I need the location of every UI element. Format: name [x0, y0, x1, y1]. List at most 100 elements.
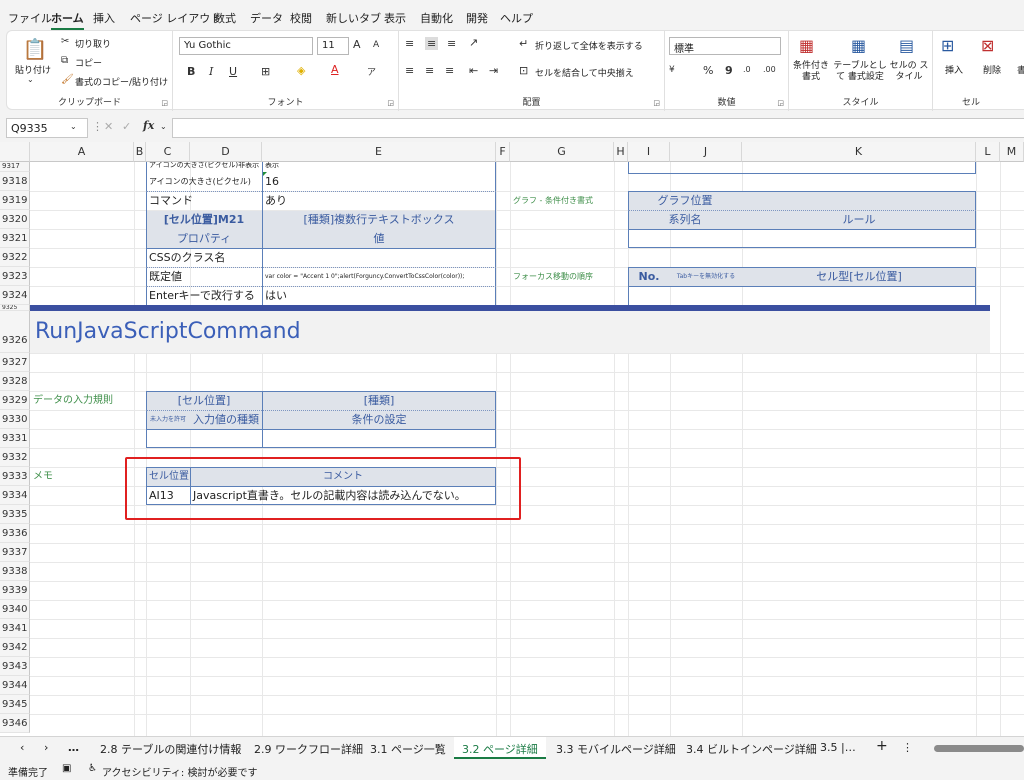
column-header-m[interactable]: M	[1000, 142, 1024, 162]
column-header-k[interactable]: K	[742, 142, 976, 162]
row-header[interactable]: 9329	[0, 391, 30, 410]
column-header-h[interactable]: H	[614, 142, 628, 162]
column-header-g[interactable]: G	[510, 142, 614, 162]
cut-button[interactable]: 切り取り	[75, 37, 111, 50]
phonetic-icon[interactable]: ア	[367, 65, 376, 78]
increase-indent-icon[interactable]: ⇥	[489, 64, 498, 77]
input-type-header[interactable]: 入力値の種類	[190, 411, 262, 429]
property-name-cell[interactable]: アイコンの大きさ(ピクセル)非表示	[146, 162, 262, 172]
wrap-text-button[interactable]: 折り返して全体を表示する	[535, 39, 643, 52]
dialog-launcher-icon[interactable]: ◲	[777, 99, 784, 107]
align-middle-icon[interactable]: ≡	[425, 37, 439, 50]
scroll-right-icon[interactable]: ›	[44, 741, 48, 754]
row-header[interactable]: 9318	[0, 172, 30, 191]
row-header[interactable]: 9337	[0, 543, 30, 562]
property-name-cell[interactable]: CSSのクラス名	[146, 249, 262, 267]
graph-position-header[interactable]: グラフ位置	[628, 192, 742, 210]
row-header[interactable]: 9332	[0, 448, 30, 467]
worksheet-grid[interactable]: A B C D E F G H I J K L M 9317 9318 9319…	[0, 142, 1024, 736]
kind-header[interactable]: [種類]複数行テキストボックス	[262, 211, 496, 229]
border-icon[interactable]: ⊞	[261, 65, 270, 78]
menu-developer[interactable]: 開発	[466, 10, 488, 26]
row-header[interactable]: 9341	[0, 619, 30, 638]
merge-center-button[interactable]: セルを結合して中央揃え	[535, 66, 634, 79]
column-header-d[interactable]: D	[190, 142, 262, 162]
conditional-format-icon[interactable]: ▦	[799, 36, 814, 55]
row-header[interactable]: 9326	[0, 311, 30, 353]
validation-cell-header[interactable]: [セル位置]	[146, 392, 262, 410]
rule-header[interactable]: ルール	[742, 211, 976, 229]
chevron-down-icon[interactable]: ⌄	[70, 122, 77, 131]
menu-insert[interactable]: 挿入	[93, 10, 115, 26]
value-header[interactable]: 値	[262, 230, 496, 248]
more-sheets-button[interactable]: …	[68, 741, 79, 754]
cell-position-header[interactable]: [セル位置]M21	[146, 211, 262, 229]
sheet-tab[interactable]: 3.1 ページ一覧	[370, 741, 446, 757]
row-header[interactable]: 9327	[0, 353, 30, 372]
sheet-tab[interactable]: 3.4 ビルトインページ詳細	[686, 741, 817, 757]
accessibility-status[interactable]: アクセシビリティ: 検討が必要です	[102, 764, 257, 779]
row-header[interactable]: 9320	[0, 210, 30, 229]
accessibility-icon[interactable]: ♿	[88, 763, 97, 774]
menu-formulas[interactable]: 数式	[214, 10, 236, 26]
format-painter-button[interactable]: 書式のコピー/貼り付け	[75, 75, 168, 88]
property-value-cell[interactable]: はい	[262, 287, 496, 305]
currency-icon[interactable]: ¥	[669, 65, 675, 75]
chevron-down-icon[interactable]: ⌄	[160, 122, 167, 131]
row-header[interactable]: 9319	[0, 191, 30, 210]
align-right-icon[interactable]: ≡	[445, 64, 454, 77]
format-cells-button[interactable]: 書	[1017, 63, 1024, 76]
copy-icon[interactable]: ⧉	[61, 55, 68, 66]
menu-help[interactable]: ヘルプ	[500, 10, 533, 26]
scrollbar-thumb[interactable]	[934, 745, 1024, 752]
cell-type-header[interactable]: セル型[セル位置]	[742, 268, 976, 286]
validation-kind-header[interactable]: [種類]	[262, 392, 496, 410]
column-header-e[interactable]: E	[262, 142, 496, 162]
decrease-indent-icon[interactable]: ⇤	[469, 64, 478, 77]
cancel-icon[interactable]: ✕	[104, 120, 113, 133]
property-value-cell[interactable]: 表示	[262, 162, 496, 172]
format-painter-icon[interactable]: 🖌	[61, 74, 74, 85]
insert-cells-icon[interactable]: ⊞	[941, 36, 954, 55]
row-header[interactable]: 9334	[0, 486, 30, 505]
row-header[interactable]: 9343	[0, 657, 30, 676]
row-header[interactable]: 9317	[0, 162, 30, 172]
delete-cells-button[interactable]: 削除	[983, 63, 1001, 76]
row-header[interactable]: 9330	[0, 410, 30, 429]
column-header-l[interactable]: L	[976, 142, 1000, 162]
series-name-header[interactable]: 系列名	[628, 211, 742, 229]
align-left-icon[interactable]: ≡	[405, 64, 414, 77]
percent-button[interactable]: %	[703, 64, 713, 77]
scroll-left-icon[interactable]: ‹	[20, 741, 24, 754]
row-header[interactable]: 9333	[0, 467, 30, 486]
row-header[interactable]: 9344	[0, 676, 30, 695]
dialog-launcher-icon[interactable]: ◲	[653, 99, 660, 107]
menu-page-layout[interactable]: ページ レイアウト	[130, 10, 221, 26]
property-value-cell[interactable]: 16	[262, 173, 496, 191]
column-header-i[interactable]: I	[628, 142, 670, 162]
fill-color-icon[interactable]: ◈	[297, 64, 305, 77]
paste-icon[interactable]: 📋	[21, 37, 49, 61]
font-name-select[interactable]: Yu Gothic	[179, 37, 313, 55]
font-size-select[interactable]: 11	[317, 37, 349, 55]
row-header[interactable]: 9324	[0, 286, 30, 305]
row-header[interactable]: 9340	[0, 600, 30, 619]
menu-file[interactable]: ファイル	[8, 10, 52, 26]
no-header[interactable]: No.	[628, 268, 670, 286]
property-name-cell[interactable]: 既定値	[146, 268, 262, 286]
sheet-tab[interactable]: 2.8 テーブルの関連付け情報	[100, 741, 241, 757]
row-header[interactable]: 9338	[0, 562, 30, 581]
section-heading[interactable]: RunJavaScriptCommand	[32, 318, 304, 346]
enter-icon[interactable]: ✓	[122, 120, 131, 133]
merge-center-icon[interactable]: ⊡	[519, 64, 528, 77]
menu-new-tab[interactable]: 新しいタブ	[326, 10, 381, 26]
row-header[interactable]: 9328	[0, 372, 30, 391]
dialog-launcher-icon[interactable]: ◲	[161, 99, 168, 107]
column-header-f[interactable]: F	[496, 142, 510, 162]
italic-button[interactable]: I	[209, 65, 213, 78]
row-header[interactable]: 9336	[0, 524, 30, 543]
wrap-text-icon[interactable]: ↵	[519, 37, 528, 50]
row-header[interactable]: 9346	[0, 714, 30, 733]
row-header[interactable]: 9331	[0, 429, 30, 448]
conditional-format-button[interactable]: 条件付き 書式	[791, 61, 831, 83]
